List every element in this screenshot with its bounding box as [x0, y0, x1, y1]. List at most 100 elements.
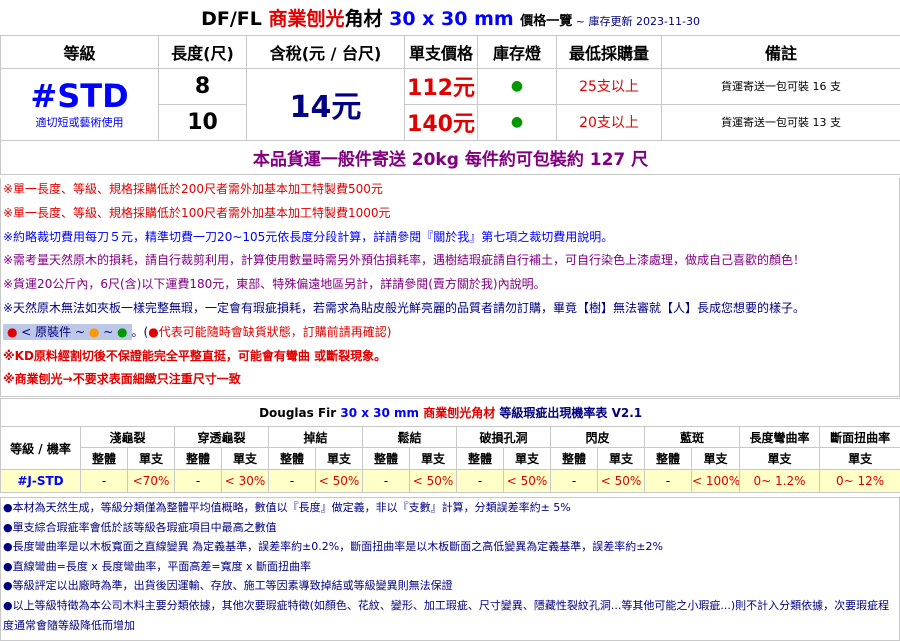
- defect-group: 穿透龜裂: [174, 426, 269, 448]
- note-loss: ※需考量天然原木的損耗，請自行裁剪利用，計算使用數量時需另外預估損耗率，遇樹結瑕…: [3, 253, 806, 268]
- col-min-qty: 最低採購量: [556, 34, 662, 69]
- legend-label: < 原裝件 ~: [17, 324, 89, 339]
- defect-cell: < 50%: [315, 469, 363, 493]
- min-qty-8: 25支以上: [556, 67, 662, 105]
- sub-single: 單支: [597, 447, 645, 470]
- table-row: #J-STD - <70% - < 30% - < 50% - < 50% - …: [0, 469, 900, 493]
- remark-8: 貨運寄送一包可裝 16 支: [660, 67, 900, 105]
- defect-note: ●等級評定以出廠時為準，出貨後因運輸、存放、施工等因素導致掉結或等級變異則無法保…: [3, 579, 453, 593]
- grade-code: #STD: [30, 77, 129, 115]
- defect-corner: 等級 / 機率: [0, 426, 81, 470]
- legend-green-dot-icon: ●: [117, 324, 128, 339]
- stock-legend: ● < 原裝件 ~ ● ~ ● 。(●代表可能隨時會缺貨狀態，訂購前請再確認): [1, 321, 899, 345]
- defect-group: 鬆結: [362, 426, 457, 448]
- defect-cell: < 30%: [221, 469, 269, 493]
- title-price-label: 價格一覽: [520, 13, 573, 29]
- note-cut-fee: ※約略裁切費用每刀５元，精準切費一刀20~105元依長度分段計算，詳請參閱『關於…: [3, 229, 614, 244]
- defect-note: ●直線彎曲=長度 x 長度彎曲率，平面高差=寬度 x 斷面扭曲率: [3, 559, 312, 573]
- note-commercial: ※商業刨光→不要求表面細緻只注重尺寸一致: [3, 372, 241, 387]
- defect-note: ●以上等級特徵為本公司木料主要分類依據，其他次要瑕疵特徵(如顏色、花紋、變形、加…: [3, 598, 890, 632]
- title-product: 商業刨光: [268, 7, 345, 30]
- sub-whole: 整體: [644, 447, 692, 470]
- defect-cell: -: [644, 469, 692, 493]
- sub-single: 單支: [127, 447, 175, 470]
- defect-group: 掉結: [268, 426, 363, 448]
- sub-whole: 整體: [456, 447, 504, 470]
- defect-group: 閃皮: [550, 426, 645, 448]
- stock-dot-icon: ●: [477, 103, 557, 141]
- defect-group: 藍斑: [644, 426, 740, 448]
- title-product-tail: 角材: [344, 7, 383, 30]
- col-grade: 等級: [0, 34, 159, 69]
- defect-cell: -: [80, 469, 128, 493]
- col-tax: 含稅(元 / 台尺): [246, 34, 405, 69]
- notes-section: ※單一長度、等級、規格採購低於200尺者需外加基本加工特製費500元 ※單一長度…: [0, 178, 900, 397]
- defect-cell: <70%: [127, 469, 175, 493]
- page-title: DF/FL 商業刨光角材 30 x 30 mm 價格一覽 ~ 庫存更新 2023…: [0, 0, 900, 36]
- legend-bar: ● < 原裝件 ~ ● ~ ●: [3, 323, 132, 340]
- title-size: 30 x 30 mm: [382, 7, 521, 30]
- defect-title: Douglas Fir 30 x 30 mm 商業刨光角材 等級瑕疵出現機率表 …: [0, 398, 900, 427]
- defect-note: ●本材為天然生成，等級分類僅為整體平均值概略，數值以『長度』做定義，非以『支數』…: [3, 501, 571, 514]
- legend-tail: 。(: [131, 324, 149, 339]
- defect-cell: -: [174, 469, 222, 493]
- sub-single: 單支: [691, 447, 740, 470]
- sub-single: 單支: [818, 447, 900, 470]
- defect-table: Douglas Fir 30 x 30 mm 商業刨光角材 等級瑕疵出現機率表 …: [0, 398, 900, 493]
- defect-title-species: Douglas Fir: [259, 406, 341, 420]
- defect-note: ●單支綜合瑕疵率會低於該等級各瑕疵項目中最高之數值: [3, 520, 277, 534]
- legend-red-dot-icon: ●: [148, 324, 159, 339]
- defect-note: ●長度彎曲率是以木板寬面之直線變異 為定義基準，誤差率約±0.2%，斷面扭曲率是…: [3, 540, 663, 554]
- defect-group: 斷面扭曲率: [818, 426, 900, 448]
- col-stock: 庫存燈: [477, 34, 557, 69]
- defect-cell: 0~ 12%: [818, 469, 900, 493]
- col-unit-price: 單支價格: [404, 34, 478, 69]
- length-8: 8: [158, 67, 247, 105]
- min-qty-10: 20支以上: [556, 103, 662, 141]
- sub-whole: 整體: [174, 447, 222, 470]
- defect-cell: < 100%: [691, 469, 740, 493]
- grade-desc: 適切短或藝術使用: [35, 116, 124, 129]
- defect-group: 破損孔洞: [456, 426, 551, 448]
- defect-cell: < 50%: [503, 469, 551, 493]
- note-min-200: ※單一長度、等級、規格採購低於200尺者需外加基本加工特製費500元: [3, 182, 383, 196]
- legend-orange-dot-icon: ●: [88, 324, 100, 339]
- title-prefix: DF/FL: [201, 7, 269, 30]
- defect-grade: #J-STD: [0, 469, 81, 493]
- note-min-100: ※單一長度、等級、規格採購低於100尺者需外加基本加工特製費1000元: [3, 205, 391, 220]
- grade-cell: #STD 適切短或藝術使用: [0, 67, 159, 141]
- length-10: 10: [158, 103, 247, 141]
- defect-group: 長度彎曲率: [739, 426, 820, 448]
- col-remark: 備註: [660, 34, 900, 69]
- note-kd: ※KD原料經割切後不保證能完全平整直挺，可能會有彎曲 或斷裂現象。: [3, 348, 387, 363]
- unit-price-8: 112元: [404, 67, 478, 105]
- sub-whole: 整體: [550, 447, 598, 470]
- sub-single: 單支: [503, 447, 551, 470]
- sub-single: 單支: [221, 447, 269, 470]
- stock-dot-icon: ●: [477, 67, 557, 105]
- sub-whole: 整體: [268, 447, 316, 470]
- sub-single: 單支: [409, 447, 457, 470]
- defect-cell: < 50%: [409, 469, 457, 493]
- tax-price: 14元: [246, 67, 405, 141]
- defect-cell: 0~ 1.2%: [739, 469, 820, 493]
- defect-title-product: 商業刨光角材: [423, 406, 496, 420]
- defect-cell: -: [268, 469, 316, 493]
- defect-cell: -: [456, 469, 504, 493]
- remark-10: 貨運寄送一包可裝 13 支: [660, 103, 900, 141]
- defect-notes: ●本材為天然生成，等級分類僅為整體平均值概略，數值以『長度』做定義，非以『支數』…: [0, 497, 900, 641]
- defect-title-size: 30 x 30 mm: [340, 406, 424, 420]
- sub-single: 單支: [315, 447, 363, 470]
- price-table: DF/FL 商業刨光角材 30 x 30 mm 價格一覽 ~ 庫存更新 2023…: [0, 0, 900, 175]
- shipping-note: 本品貨運一般件寄送 20kg 每件約可包裝約 127 尺: [0, 139, 900, 175]
- legend-red-dot-icon: ●: [7, 324, 18, 339]
- stock-date: ~ 庫存更新 2023-11-30: [572, 14, 700, 28]
- defect-cell: -: [362, 469, 410, 493]
- defect-title-sub: 等級瑕疵出現機率表 V2.1: [495, 406, 643, 420]
- defect-cell: -: [550, 469, 598, 493]
- col-length: 長度(尺): [158, 34, 247, 69]
- sub-single: 單支: [739, 447, 820, 470]
- sub-whole: 整體: [362, 447, 410, 470]
- legend-warning: 代表可能隨時會缺貨狀態，訂購前請再確認): [158, 324, 392, 339]
- note-freight: ※貨運20公斤內，6尺(含)以下運費180元，東部、特殊偏遠地區另計，詳請參閱(…: [3, 277, 546, 292]
